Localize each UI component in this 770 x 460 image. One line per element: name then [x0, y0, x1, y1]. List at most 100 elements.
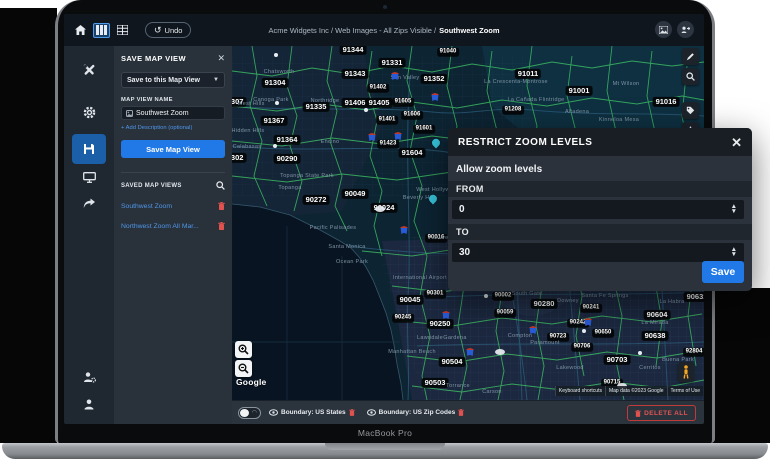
town-label: La Cañada Flintridge: [507, 97, 564, 103]
boundary-row-us-states[interactable]: Boundary: US States: [269, 409, 355, 416]
display-button[interactable]: [64, 172, 114, 183]
boundary-row-us-zip-codes[interactable]: Boundary: US Zip Codes: [367, 409, 465, 416]
route-marker: [495, 349, 505, 355]
map-view-name-input[interactable]: Southwest Zoom: [121, 106, 225, 120]
modal-title: RESTRICT ZOOM LEVELS: [458, 137, 592, 148]
layers-bottom-bar: ◠ Boundary: US States Boundary: US Zip C…: [232, 400, 704, 424]
grid-icon: [117, 25, 128, 35]
zip-label: 91040: [437, 48, 459, 57]
share-view-button[interactable]: [64, 198, 114, 209]
user-settings-button[interactable]: [64, 372, 114, 383]
save-target-dropdown[interactable]: Save to this Map View ▼: [121, 72, 225, 88]
search-icon[interactable]: [216, 181, 225, 190]
saved-view-row[interactable]: Northwest Zoom All Mar...: [121, 216, 225, 236]
zip-label: 91402: [367, 84, 389, 93]
collaborate-button[interactable]: [677, 21, 694, 38]
zip-label: 91208: [502, 106, 524, 115]
zoom-to-input[interactable]: 30 ▲▼: [452, 243, 744, 262]
saved-view-name[interactable]: Northwest Zoom All Mar...: [121, 223, 199, 230]
town-label: South Gate: [512, 291, 543, 297]
boundary-label: Boundary: US States: [281, 409, 346, 416]
map-search-button[interactable]: [682, 68, 699, 85]
zip-label: 91604: [399, 148, 426, 158]
zip-label: 90059: [494, 309, 516, 318]
add-description-link[interactable]: + Add Description (optional): [121, 125, 225, 131]
stepper-arrows[interactable]: ▲▼: [731, 205, 737, 213]
map-view-button[interactable]: [93, 23, 110, 38]
home-icon: [75, 25, 86, 35]
highway-shield-icon: [369, 133, 376, 141]
panel-close-button[interactable]: ✕: [217, 54, 225, 63]
device-label: MacBook Pro: [55, 428, 715, 438]
left-icon-rail: [64, 46, 114, 424]
to-label: TO: [448, 224, 752, 240]
tools-button[interactable]: [64, 64, 114, 76]
breadcrumb-current: Southwest Zoom: [439, 26, 499, 35]
saved-view-name[interactable]: Southwest Zoom: [121, 203, 172, 210]
laptop-base-notch: [325, 443, 445, 450]
save-map-view-nav-button[interactable]: [72, 134, 106, 164]
zip-label: 90045: [397, 295, 424, 305]
keyboard-shortcuts-link[interactable]: Keyboard shortcuts: [555, 386, 605, 396]
town-label: Gardena: [443, 335, 467, 341]
delete-all-button[interactable]: DELETE ALL: [627, 405, 696, 421]
webcam-dot: [383, 5, 387, 9]
eye-icon[interactable]: [269, 409, 278, 416]
zoom-in-button[interactable]: [235, 341, 252, 358]
draw-tool-button[interactable]: [682, 48, 699, 65]
terms-of-use-link[interactable]: Terms of Use: [667, 386, 703, 396]
town-label: Northridge: [311, 98, 340, 104]
image-export-button[interactable]: [655, 21, 672, 38]
grid-view-button[interactable]: [114, 23, 131, 38]
town-label: Manhattan Beach: [388, 349, 436, 355]
town-label: Lawndale: [417, 335, 443, 341]
poi-dot: [364, 108, 368, 112]
eye-icon[interactable]: [367, 409, 376, 416]
profile-button[interactable]: [64, 399, 114, 410]
boundary-opacity-toggle[interactable]: ◠: [238, 407, 261, 419]
save-map-view-button[interactable]: Save Map View: [121, 140, 225, 158]
undo-button[interactable]: ↺ Undo: [145, 22, 191, 38]
zoom-out-button[interactable]: [235, 360, 252, 377]
highway-shield-icon: [395, 132, 402, 140]
zip-label: 90002: [492, 292, 514, 301]
highway-shield-icon: [443, 311, 450, 319]
allow-zoom-levels-label: Allow zoom levels: [448, 156, 752, 181]
saved-view-row[interactable]: Southwest Zoom: [121, 196, 225, 216]
poi-dot: [582, 329, 586, 333]
trash-icon[interactable]: [458, 409, 464, 416]
town-label: Encino: [321, 139, 340, 145]
modal-close-button[interactable]: ✕: [731, 136, 742, 149]
toggle-knob: [240, 409, 249, 417]
trash-icon[interactable]: [349, 409, 355, 416]
zip-label: 91606: [401, 111, 423, 120]
restrict-zoom-levels-modal: RESTRICT ZOOM LEVELS ✕ Allow zoom levels…: [448, 128, 752, 291]
trash-icon: [635, 410, 641, 417]
town-label: Hidden Hills: [232, 128, 264, 134]
town-label: Torrance: [446, 383, 470, 389]
settings-button[interactable]: [64, 106, 114, 119]
map-view-name-value: Southwest Zoom: [136, 110, 189, 117]
modal-save-button[interactable]: Save: [702, 261, 744, 283]
chevron-down-icon: ▼: [213, 77, 219, 83]
street-view-pegman[interactable]: [678, 362, 694, 382]
breadcrumb: Acme Widgets Inc / Web Images - All Zips…: [268, 14, 499, 46]
zip-label: 91406: [342, 98, 369, 108]
zip-label: 90638: [642, 331, 669, 341]
trash-icon[interactable]: [218, 222, 225, 230]
zip-label: 91304: [262, 78, 289, 88]
trash-icon[interactable]: [218, 202, 225, 210]
route-marker: [375, 206, 385, 212]
highway-shield-icon: [401, 226, 408, 234]
zoom-in-icon: [238, 344, 249, 355]
town-label: Calabasas: [233, 144, 262, 150]
zoom-from-input[interactable]: 0 ▲▼: [452, 200, 744, 219]
town-label: Chatsworth: [264, 69, 295, 75]
town-label: Downey: [557, 298, 579, 304]
town-label: International Airport: [393, 275, 447, 281]
map-pin: [430, 137, 441, 148]
zip-label: 91401: [376, 116, 398, 125]
stepper-arrows[interactable]: ▲▼: [731, 248, 737, 256]
home-button[interactable]: [72, 23, 89, 38]
label-tool-button[interactable]: [682, 102, 699, 119]
